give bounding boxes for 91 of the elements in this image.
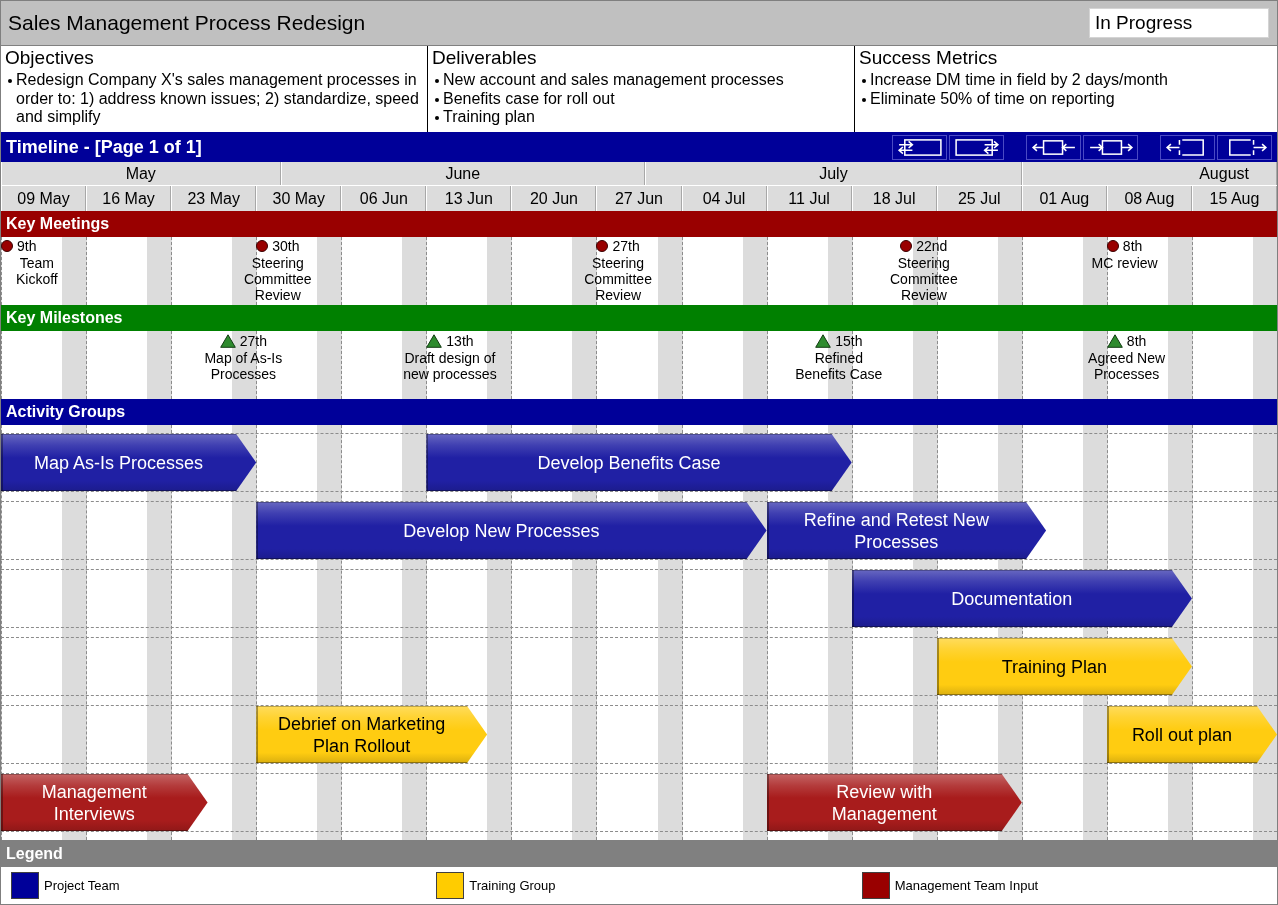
event-label: Agreed New Processes (1088, 350, 1166, 382)
bullet-icon (435, 79, 439, 83)
bullet-text: Eliminate 50% of time on reporting (870, 89, 1115, 108)
event-date: 8th (1122, 238, 1143, 254)
event-label: Team Kickoff (16, 255, 58, 287)
bullet-text: Benefits case for roll out (443, 89, 615, 108)
box-double-arrow-icon (953, 137, 1000, 157)
activity-bar: Documentation (851, 570, 1192, 627)
week-header: 23 May (171, 186, 257, 211)
week-header: 08 Aug (1106, 186, 1192, 211)
section-header: Activity Groups (1, 399, 1277, 425)
status-field[interactable]: In Progress (1089, 8, 1269, 38)
bullet-icon (862, 97, 866, 102)
toolbar-button[interactable] (1160, 134, 1215, 160)
month-header: May (1, 162, 281, 185)
activity-bar: Roll out plan (1106, 706, 1277, 763)
bullet-text: Training plan (443, 108, 535, 127)
event-date: 22nd (916, 238, 948, 254)
milestone-triangle-icon (1106, 334, 1123, 348)
activity-bar: Management Interviews (1, 774, 208, 831)
meeting-dot-icon (900, 240, 913, 252)
week-header: 11 Jul (766, 186, 852, 211)
section-header: Key Meetings (1, 211, 1277, 237)
event-label: Map of As-Is Processes (204, 350, 283, 382)
month-header: August (1021, 162, 1277, 185)
event-date: 8th (1126, 333, 1147, 349)
activity-bar: Develop Benefits Case (426, 434, 852, 491)
milestone-triangle-icon (219, 334, 236, 348)
box-double-arrow-icon (896, 137, 943, 157)
week-header: 16 May (86, 186, 172, 211)
legend-label: Management Team Input (894, 878, 1039, 893)
bullet-icon (862, 79, 866, 83)
event-label: Draft design of new processes (403, 350, 497, 382)
week-header: 01 Aug (1021, 186, 1107, 211)
legend-label: Project Team (44, 878, 120, 893)
event-date: 15th (835, 333, 863, 349)
toolbar-button[interactable] (892, 134, 947, 160)
week-header: 25 Jul (936, 186, 1022, 211)
month-header: June (280, 162, 646, 185)
week-header: 04 Jul (681, 186, 767, 211)
activity-bar: Training Plan (936, 638, 1192, 695)
meeting-dot-icon (1106, 240, 1119, 252)
activity-bar: Debrief on Marketing Plan Rollout (256, 706, 488, 763)
week-header: 18 Jul (851, 186, 937, 211)
event-label: MC review (1091, 255, 1158, 271)
event-label: Steering Committee Review (890, 255, 958, 303)
timeline-title: Timeline - [Page 1 of 1] (6, 136, 202, 158)
milestone-triangle-icon (815, 334, 832, 348)
bullet-icon (435, 97, 439, 102)
event-label: Steering Committee Review (584, 255, 652, 303)
week-header: 27 Jun (596, 186, 682, 211)
bullet-text: Increase DM time in field by 2 days/month (870, 71, 1168, 90)
milestone-triangle-icon (426, 334, 443, 348)
toolbar-button[interactable] (1083, 134, 1138, 160)
activity-bar: Map As-Is Processes (1, 434, 257, 491)
bullet-text: Redesign Company X's sales management processes in order to: 1) address known issues; 2) standardize, speed and simplify (16, 71, 420, 127)
toolbar-button[interactable] (1026, 134, 1081, 160)
event-label: Refined Benefits Case (795, 350, 883, 382)
event-date: 27th (239, 333, 267, 349)
week-header: 13 Jun (426, 186, 512, 211)
event-label: Steering Committee Review (243, 255, 312, 303)
event-date: 30th (272, 238, 300, 254)
page-title: Sales Management Process Redesign (8, 11, 366, 35)
month-header: July (645, 162, 1022, 185)
event-date: 13th (446, 333, 474, 349)
activity-bar: Refine and Retest New Processes (766, 502, 1047, 559)
toolbar-button[interactable] (949, 134, 1004, 160)
meeting-dot-icon (256, 240, 269, 252)
panel-heading: Deliverables (432, 47, 537, 69)
panel-heading: Success Metrics (859, 47, 998, 69)
bullet-text: New account and sales management processes (443, 71, 784, 90)
legend-label: Training Group (469, 878, 556, 893)
box-arrows-icon (1030, 137, 1077, 157)
week-header: 20 Jun (511, 186, 597, 211)
toolbar-button[interactable] (1217, 134, 1272, 160)
event-date: 27th (612, 238, 640, 254)
legend-header: Legend (1, 840, 1277, 867)
week-header: 06 Jun (341, 186, 427, 211)
bullet-icon (8, 79, 12, 83)
meeting-dot-icon (1, 240, 13, 252)
week-header: 09 May (1, 186, 87, 211)
week-header: 30 May (256, 186, 342, 211)
box-arrows-icon (1087, 137, 1134, 157)
activity-bar: Review with Management (766, 774, 1022, 831)
meeting-dot-icon (596, 240, 609, 252)
event-date: 9th (17, 238, 37, 254)
week-header: 15 Aug (1191, 186, 1277, 211)
panel-heading: Objectives (5, 47, 94, 69)
bullet-icon (435, 116, 439, 120)
section-header: Key Milestones (1, 305, 1277, 331)
activity-bar: Develop New Processes (256, 502, 767, 559)
